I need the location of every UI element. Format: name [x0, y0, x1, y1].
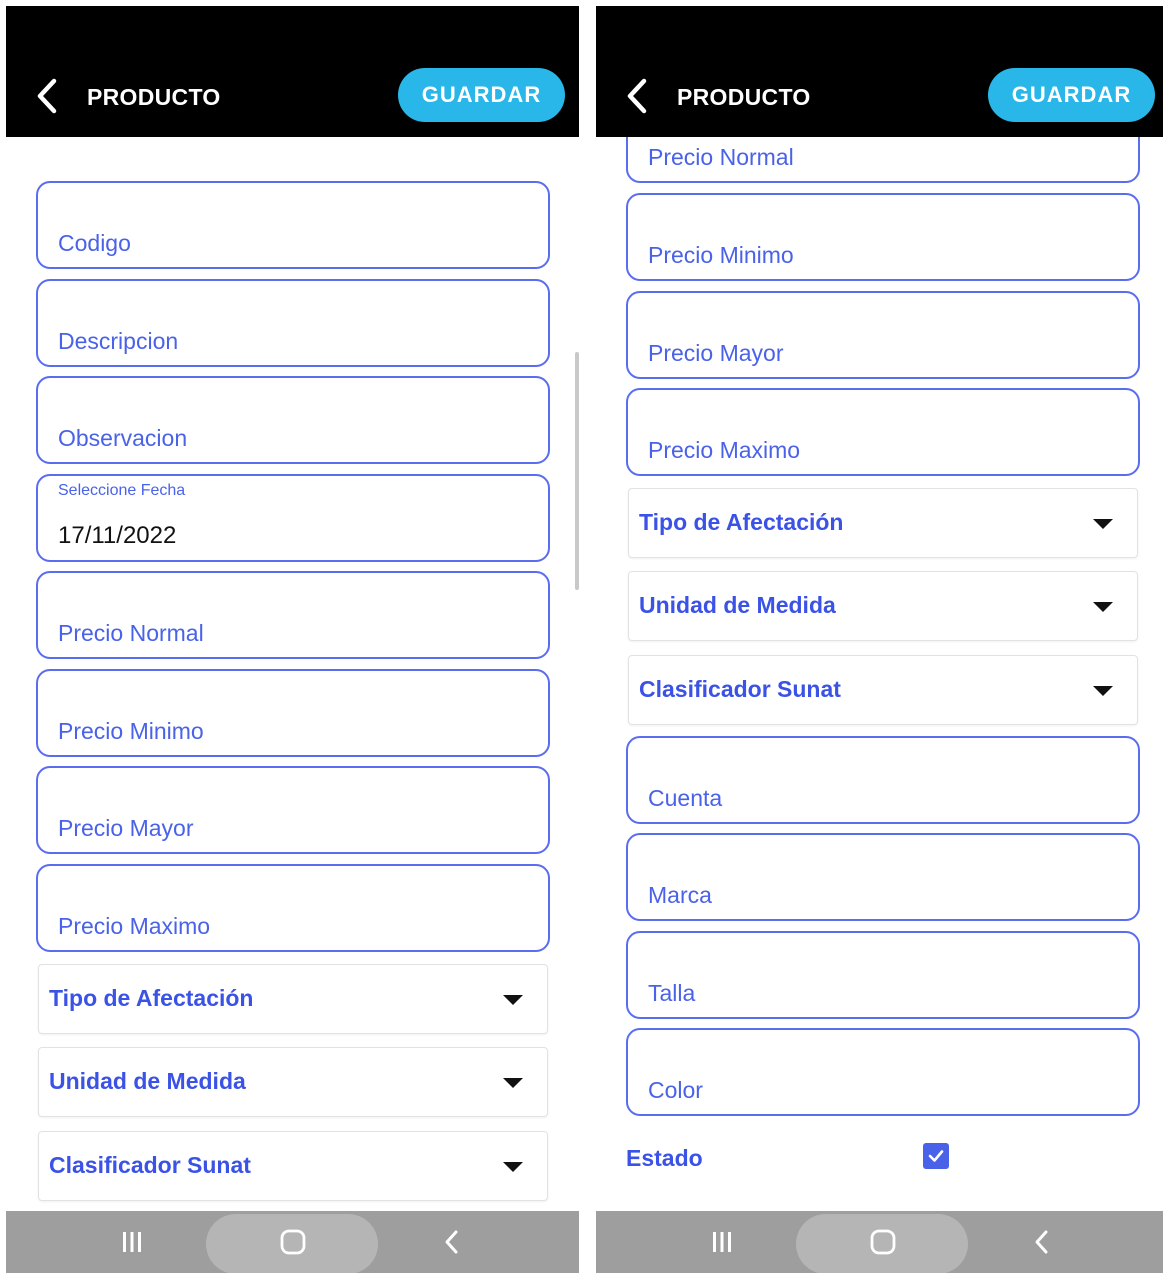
- precio-mayor-field[interactable]: Precio Mayor: [626, 291, 1140, 379]
- clasificador-sunat-select[interactable]: Clasificador Sunat: [38, 1131, 548, 1201]
- estado-checkbox[interactable]: [923, 1143, 949, 1169]
- unidad-medida-select[interactable]: Unidad de Medida: [628, 571, 1138, 641]
- dropdown-caret-icon: [1093, 686, 1113, 696]
- tipo-afectacion-label: Tipo de Afectación: [49, 985, 254, 1011]
- dropdown-caret-icon: [503, 995, 523, 1005]
- save-button[interactable]: GUARDAR: [398, 68, 565, 122]
- dropdown-caret-icon: [1093, 602, 1113, 612]
- page-title: PRODUCTO: [677, 84, 811, 110]
- nav-back-icon[interactable]: [442, 1229, 462, 1255]
- dropdown-caret-icon: [503, 1162, 523, 1172]
- cuenta-field[interactable]: Cuenta: [626, 736, 1140, 824]
- clasificador-sunat-select[interactable]: Clasificador Sunat: [628, 655, 1138, 725]
- home-icon[interactable]: [280, 1228, 306, 1256]
- unidad-medida-label: Unidad de Medida: [639, 592, 836, 618]
- color-placeholder: Color: [648, 1077, 703, 1103]
- estado-label: Estado: [626, 1145, 703, 1171]
- precio-minimo-field[interactable]: Precio Minimo: [626, 193, 1140, 281]
- estado-row: Estado: [626, 1137, 1140, 1177]
- phone-screen-right: PRODUCTO GUARDAR Precio Normal Precio Mi…: [596, 6, 1163, 1273]
- back-button[interactable]: [622, 78, 652, 114]
- talla-placeholder: Talla: [648, 980, 696, 1006]
- tipo-afectacion-select[interactable]: Tipo de Afectación: [628, 488, 1138, 558]
- precio-mayor-placeholder: Precio Mayor: [648, 340, 784, 366]
- scrollbar[interactable]: [575, 352, 579, 590]
- back-arrow-icon: [627, 78, 647, 114]
- precio-normal-placeholder: Precio Normal: [58, 620, 204, 646]
- precio-maximo-field[interactable]: Precio Maximo: [36, 864, 550, 952]
- fecha-label: Seleccione Fecha: [58, 482, 186, 499]
- precio-minimo-placeholder: Precio Minimo: [648, 242, 794, 268]
- page-title: PRODUCTO: [87, 84, 221, 110]
- precio-normal-field[interactable]: Precio Normal: [36, 571, 550, 659]
- back-button[interactable]: [32, 78, 62, 114]
- clasificador-sunat-label: Clasificador Sunat: [639, 676, 841, 702]
- recents-icon[interactable]: [710, 1229, 734, 1255]
- fecha-field[interactable]: Seleccione Fecha 17/11/2022: [36, 474, 550, 562]
- fecha-value: 17/11/2022: [58, 522, 177, 549]
- observacion-placeholder: Observacion: [58, 425, 188, 451]
- precio-mayor-placeholder: Precio Mayor: [58, 815, 194, 841]
- tipo-afectacion-label: Tipo de Afectación: [639, 509, 844, 535]
- talla-field[interactable]: Talla: [626, 931, 1140, 1019]
- marca-placeholder: Marca: [648, 882, 712, 908]
- tipo-afectacion-select[interactable]: Tipo de Afectación: [38, 964, 548, 1034]
- codigo-placeholder: Codigo: [58, 230, 131, 256]
- app-header: PRODUCTO GUARDAR: [6, 6, 579, 137]
- recents-icon[interactable]: [120, 1229, 144, 1255]
- precio-normal-placeholder: Precio Normal: [648, 144, 794, 170]
- observacion-field[interactable]: Observacion: [36, 376, 550, 464]
- descripcion-field[interactable]: Descripcion: [36, 279, 550, 367]
- marca-field[interactable]: Marca: [626, 833, 1140, 921]
- descripcion-placeholder: Descripcion: [58, 328, 179, 354]
- system-navbar: [6, 1211, 579, 1273]
- nav-back-icon[interactable]: [1032, 1229, 1052, 1255]
- codigo-field[interactable]: Codigo: [36, 181, 550, 269]
- save-button[interactable]: GUARDAR: [988, 68, 1155, 122]
- app-header: PRODUCTO GUARDAR: [596, 6, 1163, 137]
- home-icon[interactable]: [870, 1228, 896, 1256]
- dropdown-caret-icon: [1093, 519, 1113, 529]
- precio-minimo-field[interactable]: Precio Minimo: [36, 669, 550, 757]
- unidad-medida-select[interactable]: Unidad de Medida: [38, 1047, 548, 1117]
- form-content: Codigo Descripcion Observacion Seleccion…: [6, 137, 579, 1211]
- checkbox-checked-icon: [928, 1150, 944, 1162]
- precio-maximo-field[interactable]: Precio Maximo: [626, 388, 1140, 476]
- system-navbar: [596, 1211, 1163, 1273]
- unidad-medida-label: Unidad de Medida: [49, 1068, 246, 1094]
- phone-screen-left: PRODUCTO GUARDAR Codigo Descripcion Obse…: [6, 6, 579, 1273]
- clasificador-sunat-label: Clasificador Sunat: [49, 1152, 251, 1178]
- form-content: Precio Normal Precio Minimo Precio Mayor…: [596, 137, 1163, 1211]
- back-arrow-icon: [37, 78, 57, 114]
- precio-mayor-field[interactable]: Precio Mayor: [36, 766, 550, 854]
- cuenta-placeholder: Cuenta: [648, 785, 723, 811]
- precio-maximo-placeholder: Precio Maximo: [648, 437, 801, 463]
- precio-minimo-placeholder: Precio Minimo: [58, 718, 204, 744]
- precio-maximo-placeholder: Precio Maximo: [58, 913, 211, 939]
- precio-normal-field[interactable]: Precio Normal: [626, 137, 1140, 183]
- color-field[interactable]: Color: [626, 1028, 1140, 1116]
- dropdown-caret-icon: [503, 1078, 523, 1088]
